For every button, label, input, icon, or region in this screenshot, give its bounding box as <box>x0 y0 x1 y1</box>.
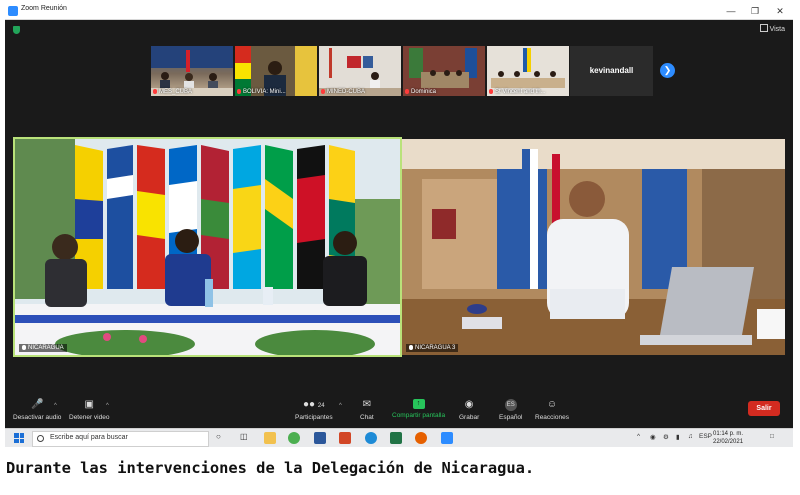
share-screen-icon: ↑ <box>412 399 425 409</box>
video-label: NICARAGUA <box>19 344 67 352</box>
participants-icon: ●● 24 <box>303 399 325 410</box>
window-title: Zoom Reunión <box>21 5 67 12</box>
word-icon[interactable] <box>314 432 326 444</box>
thumbnail-label: BOLIVIA: Mini... <box>237 89 286 95</box>
zoom-window: Zoom Reunión — ❐ ✕ Vista MES_CUBA BOLIVI… <box>5 3 793 428</box>
powerpoint-icon[interactable] <box>339 432 351 444</box>
video-scene <box>402 139 785 355</box>
windows-start-icon[interactable] <box>14 433 24 443</box>
video-panel-nicaragua[interactable]: NICARAGUA <box>13 137 402 357</box>
search-icon <box>37 435 44 442</box>
muted-mic-icon <box>489 89 493 94</box>
share-screen-button[interactable]: ↑ Compartir pantalla <box>392 399 445 419</box>
title-bar: Zoom Reunión — ❐ ✕ <box>5 3 793 20</box>
participants-options-chevron-icon[interactable]: ^ <box>339 403 342 409</box>
language-icon: ES <box>499 399 523 411</box>
clock-date: 22/02/2021 <box>713 439 744 445</box>
next-page-button[interactable]: ❯ <box>660 63 675 78</box>
taskbar-search-box[interactable]: Escribe aquí para buscar <box>32 431 209 447</box>
file-explorer-icon[interactable] <box>264 432 276 444</box>
reactions-button[interactable]: ☺ Reacciones <box>535 399 569 421</box>
stop-video-button[interactable]: ▣ Detener video <box>69 399 109 421</box>
photo-caption: Durante las intervenciones de la Delegac… <box>6 459 535 477</box>
muted-mic-icon <box>405 89 409 94</box>
leave-meeting-button[interactable]: Salir <box>748 401 780 416</box>
chat-button[interactable]: ✉ Chat <box>360 399 374 421</box>
firefox-icon[interactable] <box>415 432 427 444</box>
excel-icon[interactable] <box>390 432 402 444</box>
thumbnail-label: MES_CUBA <box>153 89 192 95</box>
thumbnail-label: MINED-CUBA <box>321 89 365 95</box>
mic-icon <box>409 345 413 350</box>
muted-mic-icon <box>153 89 157 94</box>
notifications-icon[interactable]: □ <box>770 433 774 440</box>
zoom-taskbar-icon[interactable] <box>441 432 453 444</box>
audio-options-chevron-icon[interactable]: ^ <box>54 403 57 409</box>
meeting-toolbar: 🎤 Desactivar audio ^ ▣ Detener video ^ ●● … <box>5 395 793 428</box>
cortana-icon[interactable]: ○ <box>216 432 221 441</box>
grid-icon <box>759 24 768 32</box>
participant-thumbnail[interactable]: BOLIVIA: Mini... <box>235 46 317 96</box>
maximize-button[interactable]: ❐ <box>744 4 766 18</box>
camera-icon: ▣ <box>84 399 94 410</box>
muted-mic-icon <box>237 89 241 94</box>
video-panel-nicaragua-3[interactable]: NICARAGUA 3 <box>402 139 785 355</box>
thumbnail-label: Dominica <box>405 89 436 95</box>
windows-taskbar: Escribe aquí para buscar ○ ◫ ^ ◉ ⚙ ▮ ♫ E… <box>5 428 793 447</box>
zoom-logo-icon <box>8 6 18 16</box>
participant-thumbnail[interactable]: MES_CUBA <box>151 46 233 96</box>
tray-settings-icon[interactable]: ⚙ <box>663 433 669 441</box>
close-button[interactable]: ✕ <box>769 4 791 18</box>
chat-icon: ✉ <box>362 399 372 410</box>
participants-count: 24 <box>317 403 325 409</box>
record-button[interactable]: ◉ Grabar <box>459 399 479 421</box>
edge-icon[interactable] <box>365 432 377 444</box>
system-clock[interactable]: 01:14 p. m. 22/02/2021 <box>713 430 743 446</box>
clock-time: 01:14 p. m. <box>713 431 744 437</box>
participants-button[interactable]: ●● 24 Participantes <box>295 399 333 421</box>
battery-icon[interactable]: ▮ <box>676 433 680 441</box>
video-options-chevron-icon[interactable]: ^ <box>106 403 109 409</box>
search-placeholder: Escribe aquí para buscar <box>50 434 128 441</box>
participant-name-tile[interactable]: kevinandall <box>570 46 653 96</box>
reactions-icon: ☺ <box>546 399 558 410</box>
mic-icon <box>22 345 26 350</box>
participant-thumbnail[interactable]: MINED-CUBA <box>319 46 401 96</box>
view-label: Vista <box>769 26 785 33</box>
participant-thumbnail[interactable]: Dominica <box>403 46 485 96</box>
record-icon: ◉ <box>464 399 474 410</box>
volume-icon[interactable]: ♫ <box>688 433 693 440</box>
keyboard-language[interactable]: ESP <box>699 433 712 440</box>
video-scene <box>15 139 400 355</box>
security-shield-icon[interactable] <box>13 26 20 34</box>
task-view-icon[interactable]: ◫ <box>240 432 248 441</box>
video-label: NICARAGUA 3 <box>406 344 459 352</box>
chrome-icon[interactable] <box>288 432 300 444</box>
muted-mic-icon <box>321 89 325 94</box>
view-button[interactable]: Vista <box>759 24 785 33</box>
tray-app-icon[interactable]: ◉ <box>650 433 656 441</box>
thumbnail-label: St Vincent and th... <box>489 89 546 95</box>
participant-thumbnail[interactable]: St Vincent and th... <box>487 46 569 96</box>
language-button[interactable]: ES Español <box>499 399 523 421</box>
minimize-button[interactable]: — <box>720 4 742 18</box>
tray-overflow-chevron-icon[interactable]: ^ <box>637 433 640 440</box>
